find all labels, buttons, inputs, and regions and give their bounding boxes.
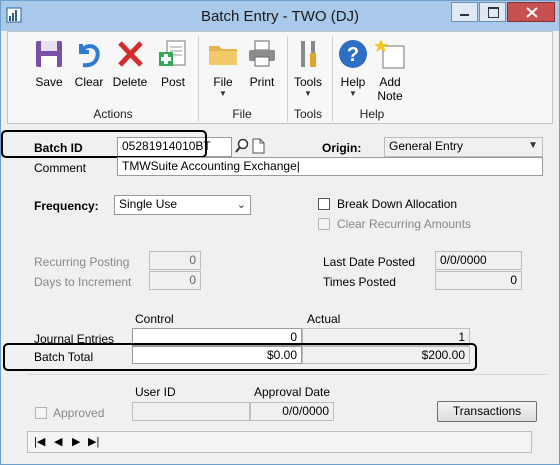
batch-total-label: Batch Total <box>34 350 94 364</box>
recurring-posting-field: 0 <box>149 251 201 270</box>
batch-total-control-field[interactable]: $0.00 <box>132 346 302 364</box>
section-divider <box>27 374 547 375</box>
origin-value: General Entry <box>389 139 464 153</box>
user-id-field <box>132 402 250 421</box>
chevron-down-icon: ▼ <box>528 140 538 151</box>
group-label-actions: Actions <box>93 107 133 121</box>
clear-recurring-label: Clear Recurring Amounts <box>337 217 472 231</box>
help-icon: ? <box>339 40 367 68</box>
save-button[interactable]: Save <box>32 34 66 89</box>
journal-entries-control-field[interactable]: 0 <box>132 328 302 346</box>
approval-date-field: 0/0/0000 <box>250 402 334 421</box>
title-bar: Batch Entry - TWO (DJ) <box>1 1 559 31</box>
comment-label: Comment <box>34 161 87 175</box>
add-note-icon <box>374 39 405 69</box>
journal-entries-actual-field: 1 <box>302 328 470 346</box>
print-button[interactable]: Print <box>244 34 280 89</box>
help-button[interactable]: ? Help ▼ <box>336 34 370 99</box>
tools-button[interactable]: Tools ▼ <box>290 34 326 99</box>
maximize-icon <box>488 7 499 18</box>
approved-label: Approved <box>53 406 105 420</box>
lookup-icon[interactable] <box>235 138 249 154</box>
printer-icon <box>249 40 275 67</box>
minimize-icon <box>460 14 469 16</box>
frequency-value: Single Use <box>119 197 178 211</box>
chevron-down-icon: ▼ <box>349 89 357 98</box>
ribbon-separator <box>332 36 333 122</box>
post-icon <box>159 40 186 66</box>
comment-field[interactable]: TMWSuite Accounting Exchange| <box>117 157 543 176</box>
add-note-button[interactable]: Add Note <box>372 34 408 103</box>
ribbon-toolbar: Save Clear Delete Post Actions File ▼ Pr… <box>7 31 553 124</box>
group-label-file: File <box>232 107 252 121</box>
ribbon-separator <box>198 36 199 122</box>
journal-entries-label: Journal Entries <box>34 332 115 346</box>
times-posted-field: 0 <box>435 271 522 290</box>
tools-icon <box>301 41 316 67</box>
undo-icon <box>79 44 100 68</box>
last-date-posted-field: 0/0/0000 <box>435 251 522 270</box>
group-label-help: Help <box>359 107 385 121</box>
frequency-dropdown[interactable]: Single Use ⌄ <box>114 195 251 215</box>
batch-total-actual-field: $200.00 <box>302 346 470 364</box>
clear-button[interactable]: Clear <box>72 34 106 89</box>
delete-button[interactable]: Delete <box>110 34 150 89</box>
approval-date-label: Approval Date <box>254 385 331 399</box>
save-icon <box>36 41 62 67</box>
break-down-allocation-label: Break Down Allocation <box>337 197 458 211</box>
frequency-label: Frequency: <box>34 199 99 213</box>
break-down-allocation-checkbox[interactable] <box>318 198 330 210</box>
first-record-icon[interactable]: |◀ <box>34 435 45 448</box>
chevron-down-icon: ▼ <box>219 89 227 98</box>
days-to-increment-field: 0 <box>149 271 201 290</box>
batch-entry-window: Batch Entry - TWO (DJ) Save Clear Delete… <box>0 0 560 465</box>
svg-text:?: ? <box>347 44 359 66</box>
approved-checkbox[interactable] <box>35 407 47 419</box>
next-record-icon[interactable]: ▶ <box>72 435 80 448</box>
times-posted-label: Times Posted <box>323 275 396 289</box>
close-button[interactable] <box>507 2 555 22</box>
group-label-tools: Tools <box>293 107 322 121</box>
minimize-button[interactable] <box>451 2 478 22</box>
days-to-increment-label: Days to Increment <box>34 275 132 289</box>
previous-record-icon[interactable]: ◀ <box>54 435 62 448</box>
maximize-button[interactable] <box>479 2 506 22</box>
user-id-label: User ID <box>135 385 176 399</box>
origin-label: Origin: <box>322 141 362 155</box>
last-date-posted-label: Last Date Posted <box>323 255 416 269</box>
last-record-icon[interactable]: ▶| <box>88 435 99 448</box>
chevron-down-icon: ⌄ <box>236 199 246 211</box>
file-button[interactable]: File ▼ <box>206 34 240 99</box>
record-navigation-bar: |◀ ◀ ▶ ▶| <box>27 431 532 453</box>
origin-dropdown: General Entry ▼ <box>384 137 543 157</box>
post-button[interactable]: Post <box>156 34 190 89</box>
transactions-button[interactable]: Transactions <box>437 401 537 422</box>
batch-id-field[interactable]: 05281914010BT <box>117 137 232 157</box>
close-icon <box>526 7 538 18</box>
actual-column-header: Actual <box>307 312 341 326</box>
recurring-posting-label: Recurring Posting <box>34 255 130 269</box>
chevron-down-icon: ▼ <box>304 89 312 98</box>
form-body: Batch ID 05281914010BT Origin: General E… <box>1 124 553 424</box>
clear-recurring-checkbox[interactable] <box>318 218 330 230</box>
batch-id-label: Batch ID <box>34 141 83 155</box>
folder-icon <box>209 46 237 65</box>
delete-icon <box>118 41 143 67</box>
control-column-header: Control <box>135 312 174 326</box>
note-icon[interactable] <box>252 138 265 154</box>
